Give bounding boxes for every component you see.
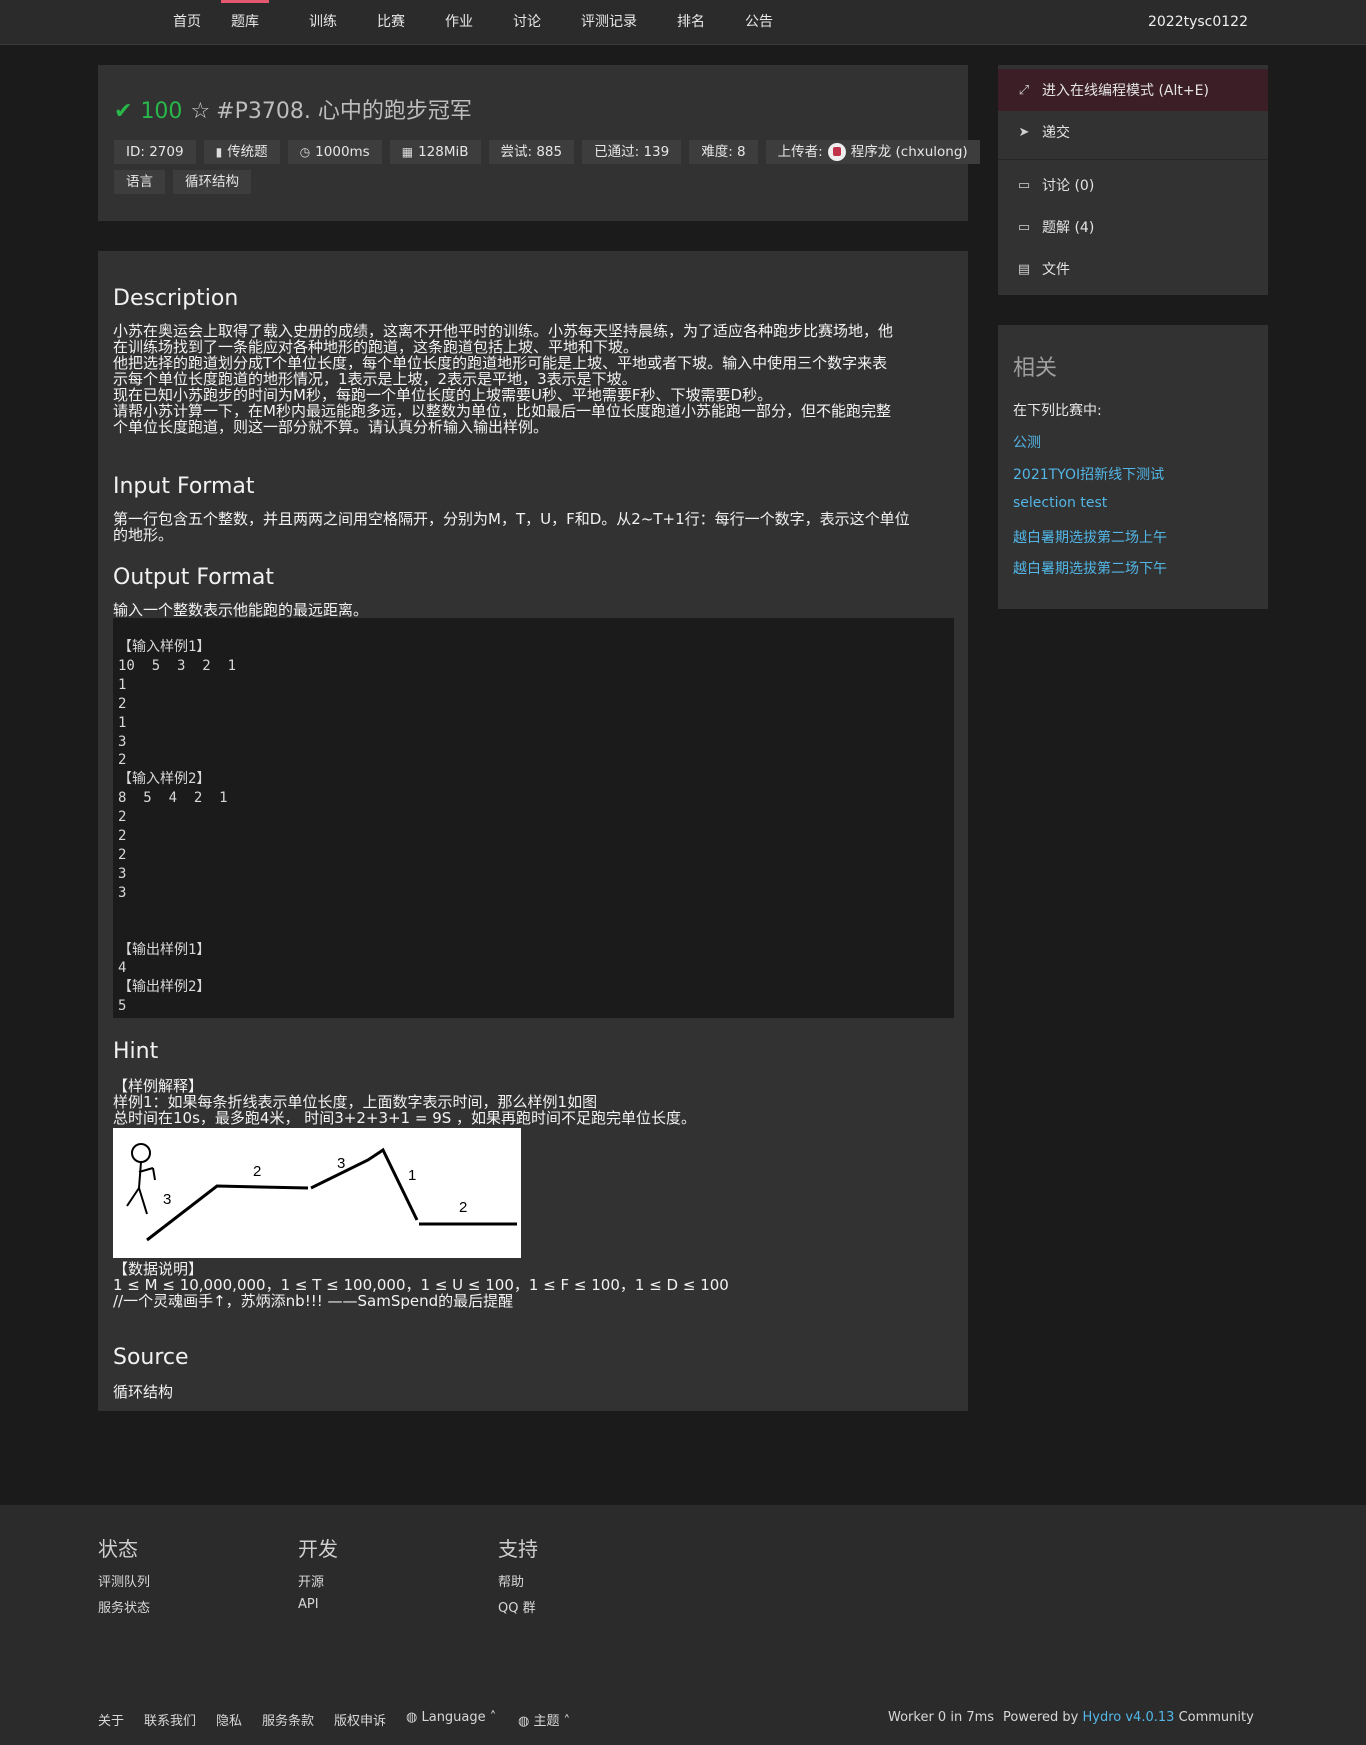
discussion-button[interactable]: ▭ 讨论 (0) — [998, 164, 1268, 206]
powered-by: Powered by Hydro v4.0.13 Community — [1003, 1710, 1254, 1725]
sketch-label: 2 — [459, 1199, 467, 1216]
footer-link-terms[interactable]: 服务条款 — [262, 1710, 314, 1729]
nav-problems[interactable]: 题库 — [221, 0, 269, 45]
related-contest-link[interactable]: 越白暑期选拔第二场下午 — [1013, 558, 1167, 578]
meta-difficulty: 难度: 8 — [689, 140, 758, 164]
description-text: 小苏在奥运会上取得了载入史册的成绩，这离不开他平时的训练。小苏每天坚持晨练，为了… — [113, 322, 894, 436]
chevron-up-icon: ˄ — [489, 1710, 497, 1725]
stopwatch-icon: ◷ — [299, 145, 311, 159]
submit-button[interactable]: ➤ 递交 — [998, 111, 1268, 153]
divider — [998, 159, 1268, 160]
files-button[interactable]: ▤ 文件 — [998, 248, 1268, 290]
online-ide-button[interactable]: ⤢ 进入在线编程模式 (Alt+E) — [998, 69, 1268, 111]
expand-icon: ⤢ — [1018, 82, 1030, 98]
meta-time: ◷ 1000ms — [287, 140, 382, 164]
hint-heading: Hint — [113, 1039, 159, 1064]
comment-icon: ▭ — [1017, 219, 1031, 235]
footer-support-title: 支持 — [498, 1537, 538, 1561]
source-heading: Source — [113, 1345, 189, 1370]
footer-link-help[interactable]: 帮助 — [498, 1571, 524, 1590]
problem-title: ✔ 100 ☆ #P3708. 心中的跑步冠军 — [114, 93, 472, 125]
user-menu[interactable]: 2022tysc0122 — [1148, 0, 1248, 45]
footer-dev-title: 开发 — [298, 1537, 338, 1561]
worker-status: Worker 0 in 7ms — [888, 1710, 995, 1725]
hydro-link[interactable]: Hydro v4.0.13 — [1083, 1710, 1175, 1725]
output-format-heading: Output Format — [113, 565, 274, 590]
related-contest-link[interactable]: selection test — [1013, 495, 1107, 511]
top-nav: 首页 题库 训练 比赛 作业 讨论 评测记录 排名 公告 2022tysc012… — [0, 0, 1366, 45]
related-contest-link[interactable]: 越白暑期选拔第二场上午 — [1013, 527, 1167, 547]
output-format-text: 输入一个整数表示他能跑的最远距离。 — [113, 601, 369, 619]
related-panel: 相关 在下列比赛中: 公测 2021TYOI招新线下测试 selection t… — [998, 325, 1268, 609]
hint-text: 【样例解释】 样例1：如果每条折线表示单位长度，上面数字表示时间，那么样例1如图… — [113, 1077, 697, 1127]
nav-discussion[interactable]: 讨论 — [503, 0, 551, 45]
sketch-label: 1 — [408, 1167, 416, 1184]
sidebar-actions-panel: ⤢ 进入在线编程模式 (Alt+E) ➤ 递交 ▭ 讨论 (0) ▭ 题解 (4) ▤ 文… — [998, 65, 1268, 295]
nav-home[interactable]: 首页 — [163, 0, 211, 45]
source-value: 循环结构 — [113, 1383, 174, 1401]
footer-link-open-source[interactable]: 开源 — [298, 1571, 324, 1590]
meta-uploader[interactable]: 上传者: 程序龙 (chxulong) — [765, 140, 980, 164]
problem-score: 100 — [140, 99, 183, 124]
memory-icon: ▦ — [401, 145, 414, 159]
problem-tags: 语言 循环结构 — [114, 170, 251, 194]
sketch-label: 3 — [337, 1155, 345, 1172]
problem-content-panel: Description 小苏在奥运会上取得了载入史册的成绩，这离不开他平时的训练… — [98, 251, 968, 1411]
nav-announcements[interactable]: 公告 — [735, 0, 783, 45]
footer-link-api[interactable]: API — [298, 1597, 319, 1612]
send-icon: ➤ — [1018, 124, 1030, 140]
footer-link-privacy[interactable]: 隐私 — [216, 1710, 242, 1729]
footer: 状态 评测队列 服务状态 开发 开源 API 支持 帮助 QQ 群 关于 联系我… — [0, 1505, 1366, 1745]
data-description-text: 【数据说明】 1 ≤ M ≤ 10,000,000，1 ≤ T ≤ 100,00… — [113, 1260, 729, 1310]
solutions-button[interactable]: ▭ 题解 (4) — [998, 206, 1268, 248]
problem-name: #P3708. 心中的跑步冠军 — [216, 99, 472, 124]
sample-code-block: 【输入样例1】 10 5 3 2 1 1 2 1 3 2 【输入样例2】 8 5… — [113, 618, 954, 1018]
input-format-text: 第一行包含五个整数，并且两两之间用空格隔开，分别为M，T，U，F和D。从2~T+… — [113, 510, 910, 544]
footer-link-about[interactable]: 关于 — [98, 1710, 124, 1729]
language-selector[interactable]: ◍ Language ˄ — [406, 1710, 496, 1725]
meta-attempts: 尝试: 885 — [488, 140, 575, 164]
globe-icon: ◍ — [406, 1710, 418, 1725]
footer-link-contact[interactable]: 联系我们 — [144, 1710, 196, 1729]
theme-icon: ◍ — [518, 1714, 530, 1729]
file-icon: ▤ — [1017, 261, 1031, 277]
runner-body — [126, 1161, 156, 1215]
meta-id: ID: 2709 — [114, 140, 196, 164]
input-format-heading: Input Format — [113, 474, 255, 499]
runner-head — [131, 1143, 151, 1163]
related-subtitle: 在下列比赛中: — [1013, 403, 1102, 419]
nav-contests[interactable]: 比赛 — [367, 0, 415, 45]
nav-training[interactable]: 训练 — [299, 0, 347, 45]
related-title: 相关 — [1013, 356, 1058, 381]
sketch-label: 3 — [163, 1191, 171, 1208]
meta-type: ▮ 传统题 — [203, 140, 280, 164]
footer-link-copyright[interactable]: 版权申诉 — [334, 1710, 386, 1729]
footer-link-judge-queue[interactable]: 评测队列 — [98, 1571, 150, 1590]
accepted-check-icon: ✔ — [114, 99, 133, 124]
avatar — [827, 143, 846, 161]
sample-sketch-image: 3 2 3 1 2 — [113, 1128, 521, 1258]
meta-memory: ▦ 128MiB — [389, 140, 481, 164]
nav-records[interactable]: 评测记录 — [571, 0, 647, 45]
chevron-up-icon: ˄ — [563, 1714, 571, 1729]
problem-tag[interactable]: 循环结构 — [173, 170, 251, 194]
track-segment — [310, 1147, 419, 1221]
problem-header-panel: ✔ 100 ☆ #P3708. 心中的跑步冠军 ID: 2709 ▮ 传统题 ◷ 1000… — [98, 65, 980, 221]
meta-accepted: 已通过: 139 — [582, 140, 682, 164]
nav-homework[interactable]: 作业 — [435, 0, 483, 45]
nav-ranking[interactable]: 排名 — [667, 0, 715, 45]
star-icon[interactable]: ☆ — [190, 99, 210, 124]
related-contest-link[interactable]: 2021TYOI招新线下测试 — [1013, 464, 1164, 484]
description-heading: Description — [113, 286, 239, 311]
problem-tag[interactable]: 语言 — [114, 170, 165, 194]
theme-selector[interactable]: ◍ 主题 ˄ — [518, 1710, 570, 1729]
problem-meta: ID: 2709 ▮ 传统题 ◷ 1000ms ▦ 128MiB 尝试: 885 已通… — [114, 140, 980, 164]
footer-link-service-status[interactable]: 服务状态 — [98, 1597, 150, 1616]
bookmark-icon: ▮ — [215, 145, 223, 159]
comment-icon: ▭ — [1017, 177, 1031, 193]
footer-link-qq-group[interactable]: QQ 群 — [498, 1597, 536, 1616]
related-contest-link[interactable]: 公测 — [1013, 432, 1041, 452]
footer-status-title: 状态 — [98, 1537, 138, 1561]
sketch-label: 2 — [253, 1163, 261, 1180]
